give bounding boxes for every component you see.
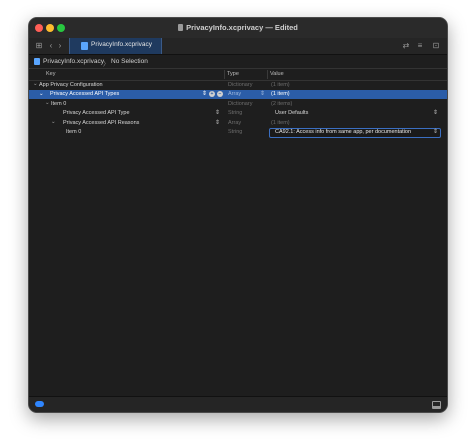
table-row[interactable]: ⌄ App Privacy Configuration Dictionary (… (29, 80, 447, 90)
row-key: Privacy Accessed API Reasons (63, 119, 140, 126)
row-type[interactable]: Array (228, 91, 241, 97)
list-icon[interactable]: ≡ (415, 40, 425, 52)
table-row[interactable]: Item 0 String CA92.1: Access info from s… (29, 128, 447, 138)
tab-privacyinfo[interactable]: PrivacyInfo.xcprivacy (69, 38, 162, 54)
jump-bar-file[interactable]: PrivacyInfo.xcprivacy (43, 58, 104, 65)
row-value: (1 item) (271, 91, 290, 97)
row-key: App Privacy Configuration (39, 81, 103, 88)
xcode-window: PrivacyInfo.xcprivacy — Edited ⊞ ‹ › Pri… (28, 17, 448, 413)
type-popup-stepper-icon[interactable]: ⇕ (260, 90, 265, 97)
row-value: (1 item) (271, 81, 290, 88)
tab-label: PrivacyInfo.xcprivacy (91, 41, 153, 48)
table-row[interactable]: ⌄ Privacy Accessed API Reasons ⇕ Array (… (29, 118, 447, 128)
chevron-right-icon[interactable]: › (56, 40, 64, 52)
grid-icon[interactable]: ⊞ (34, 40, 44, 52)
row-type: Dictionary (228, 100, 253, 107)
row-value: (2 items) (271, 100, 293, 107)
disclosure-open-icon[interactable]: ⌄ (51, 119, 56, 125)
window-title-text: PrivacyInfo.xcprivacy — Edited (186, 23, 298, 32)
column-key-header[interactable]: Key (46, 71, 55, 77)
row-key: Privacy Accessed API Type (63, 110, 130, 116)
document-icon (178, 24, 184, 31)
row-value-popup[interactable]: User Defaults (275, 110, 308, 116)
table-row-selected[interactable]: ⌄ Privacy Accessed API Types ⇕ + − Array… (29, 89, 447, 99)
title-bar: PrivacyInfo.xcprivacy — Edited (29, 18, 447, 39)
row-type: Array (228, 119, 242, 126)
column-divider[interactable] (224, 70, 225, 79)
add-editor-icon[interactable]: ⊡ (431, 40, 441, 52)
value-popup-stepper-icon[interactable]: ⇕ (433, 109, 438, 116)
plist-file-icon (34, 58, 40, 65)
key-popup-stepper-icon[interactable]: ⇕ (215, 109, 220, 116)
row-type: String (228, 129, 243, 135)
row-key: Privacy Accessed API Types (50, 91, 120, 97)
disclosure-open-icon[interactable]: ⌄ (33, 81, 38, 87)
panel-toggle-icon[interactable] (432, 401, 441, 409)
jump-bar: PrivacyInfo.xcprivacy 〉 No Selection (29, 55, 447, 69)
toggle-icon[interactable] (35, 401, 44, 407)
value-popup-stepper-icon[interactable]: ⇕ (433, 128, 438, 135)
jump-bar-separator: 〉 (103, 61, 110, 68)
disclosure-open-icon[interactable]: ⌄ (45, 100, 50, 106)
row-key: Item 0 (51, 100, 67, 107)
row-value: (1 item) (271, 119, 290, 126)
row-value-popup[interactable]: CA92.1: Access info from same app, per d… (275, 129, 411, 135)
row-key: Item 0 (66, 129, 82, 135)
chevron-left-icon[interactable]: ‹ (47, 40, 55, 52)
editor-toolbar: ⊞ ‹ › PrivacyInfo.xcprivacy ⇄ ≡ ⊡ (29, 38, 447, 55)
column-type-header[interactable]: Type (227, 71, 239, 77)
table-row[interactable]: Privacy Accessed API Type ⇕ String User … (29, 109, 447, 119)
key-popup-stepper-icon[interactable]: ⇕ (202, 90, 207, 97)
swap-arrows-icon[interactable]: ⇄ (401, 40, 411, 52)
status-bar (29, 396, 447, 412)
add-row-icon[interactable]: + (209, 91, 215, 97)
window-title: PrivacyInfo.xcprivacy — Edited (29, 23, 447, 32)
row-type: Dictionary (228, 81, 253, 88)
disclosure-open-icon[interactable]: ⌄ (39, 91, 44, 97)
column-divider[interactable] (267, 70, 268, 79)
column-value-header[interactable]: Value (270, 71, 284, 77)
plist-file-icon (81, 42, 88, 50)
key-popup-stepper-icon[interactable]: ⇕ (215, 119, 220, 126)
jump-bar-selection[interactable]: No Selection (111, 58, 148, 65)
remove-row-icon[interactable]: − (217, 91, 223, 97)
row-type: String (228, 110, 243, 116)
table-row[interactable]: ⌄ Item 0 Dictionary (2 items) (29, 99, 447, 109)
